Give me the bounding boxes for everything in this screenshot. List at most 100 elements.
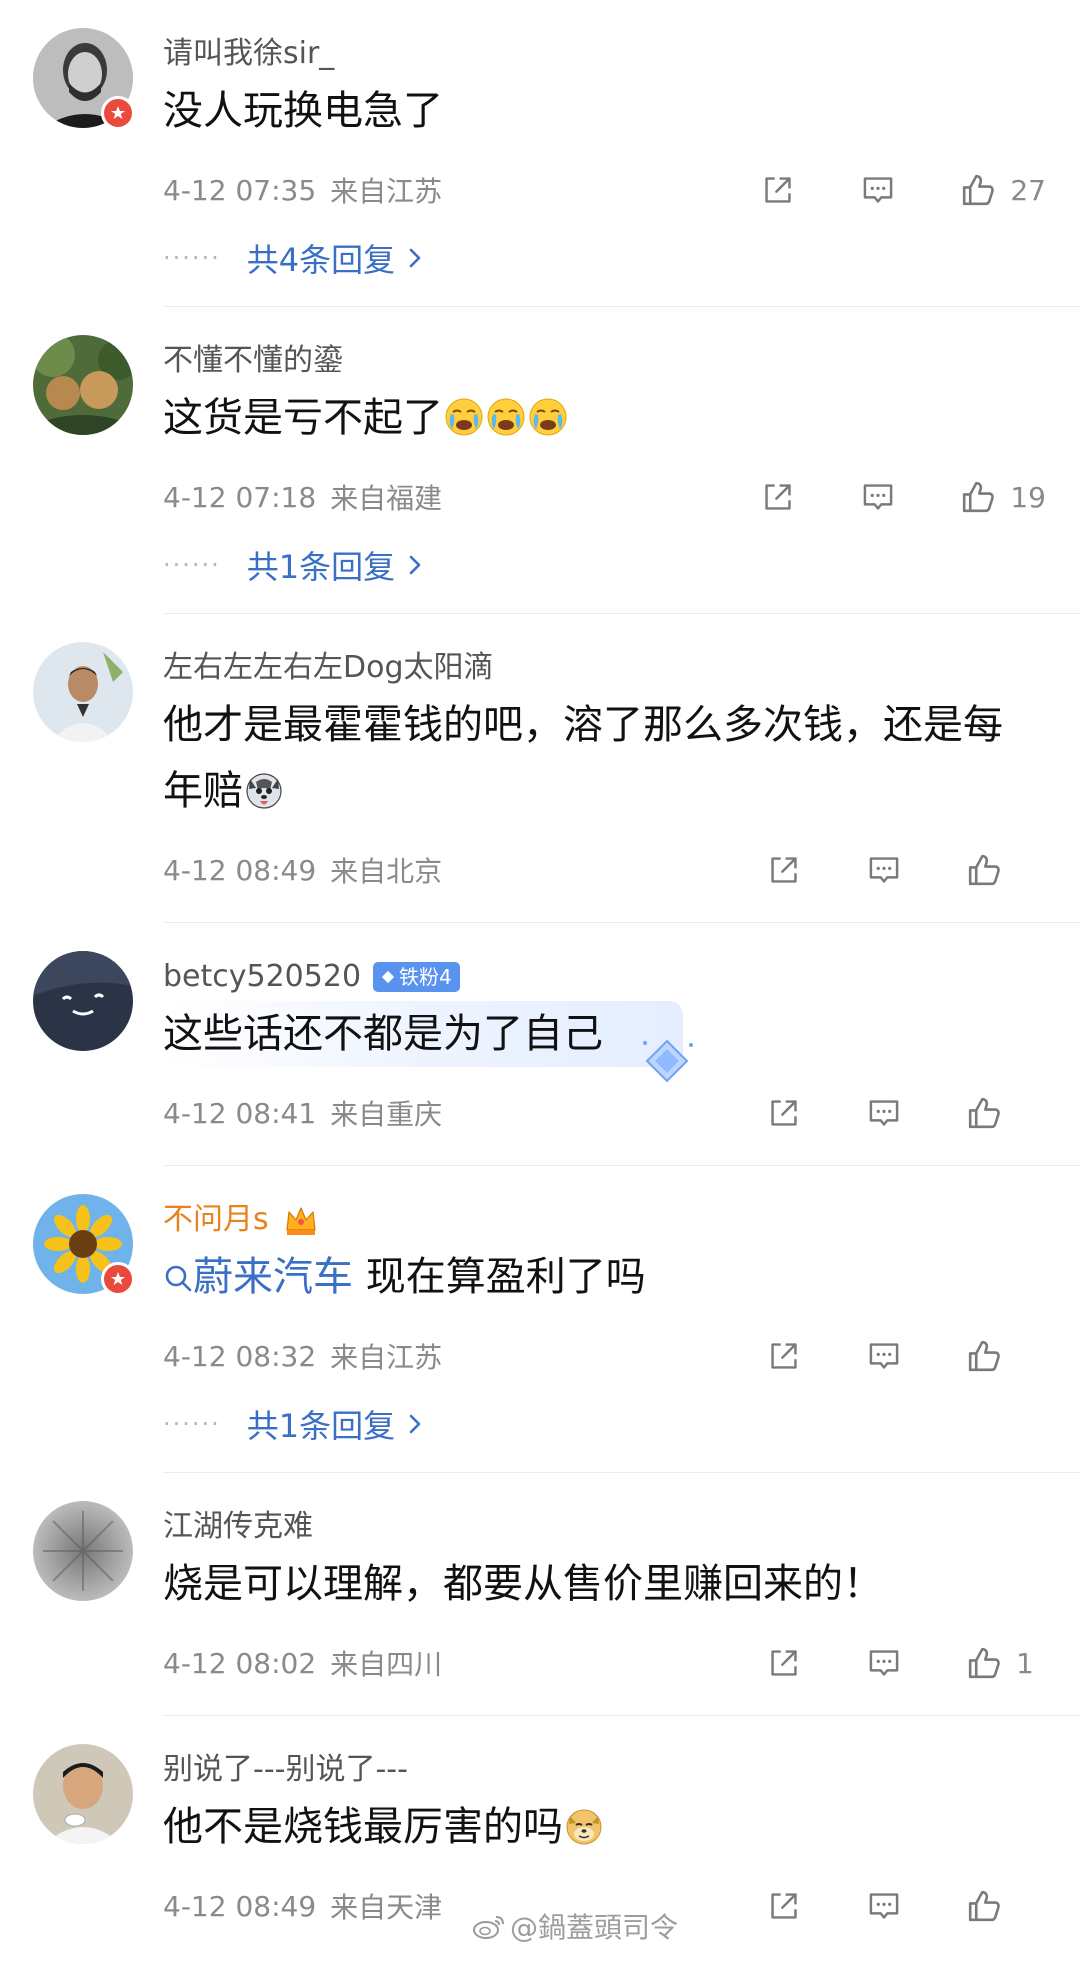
share-button[interactable] (762, 848, 806, 892)
comment-text: 他不是烧钱最厉害的吗 (163, 1794, 1080, 1860)
comment-text: 没人玩换电急了 (163, 78, 1080, 144)
comment-time: 4-12 08:41 (163, 1096, 317, 1130)
like-button[interactable] (962, 1091, 1046, 1135)
username[interactable]: 江湖传克难 (163, 1473, 1080, 1547)
username[interactable]: 不问月s (163, 1166, 1080, 1240)
replies-count: 共4条回复 (246, 241, 396, 279)
like-button[interactable]: 1 (962, 1641, 1046, 1685)
replies-dots: ······ (163, 244, 221, 272)
comment-item: betcy520520 铁粉4 这些话还不都是为了自己 4-12 08:41 来… (33, 923, 1080, 1166)
comment-meta: 4-12 07:18 来自福建 19 (163, 467, 1080, 527)
avatar[interactable] (33, 1194, 135, 1296)
like-button[interactable] (962, 1884, 1046, 1928)
thumbs-up-icon (965, 851, 1003, 889)
topic-link[interactable]: 蔚来汽车 (163, 1254, 353, 1300)
reply-button[interactable] (862, 1334, 906, 1378)
topic-text[interactable]: 蔚来汽车 (193, 1254, 353, 1300)
username-text[interactable]: 江湖传克难 (163, 1507, 313, 1547)
comment-actions (706, 1326, 1046, 1386)
avatar[interactable] (33, 642, 133, 742)
comment-text-body: 这货是亏不起了 (163, 395, 443, 441)
thumbs-up-icon (959, 171, 997, 209)
like-button[interactable] (962, 848, 1046, 892)
view-replies-link[interactable]: ······ 共4条回复 (163, 220, 1080, 296)
avatar[interactable] (33, 335, 133, 435)
comment-text-body: 他不是烧钱最厉害的吗 (163, 1804, 563, 1850)
share-icon (766, 1888, 802, 1924)
comment-item: 不懂不懂的鎏 这货是亏不起了 4-12 07:18 来自福建 19 ······… (33, 307, 1080, 614)
comment-icon (866, 1338, 902, 1374)
share-button[interactable] (762, 1884, 806, 1928)
share-button[interactable] (762, 1334, 806, 1378)
comment-icon (866, 852, 902, 888)
comment-time: 4-12 08:49 (163, 1889, 317, 1923)
username-text[interactable]: 左右左左右左Dog太阳滴 (163, 648, 494, 688)
comment-location: 来自江苏 (330, 175, 443, 208)
avatar[interactable] (33, 1501, 133, 1601)
comment-item: 别说了---别说了--- 他不是烧钱最厉害的吗 4-12 08:49 来自天津 (33, 1716, 1080, 1936)
reply-button[interactable] (862, 1641, 906, 1685)
comment-text: 这些话还不都是为了自己 (163, 1001, 693, 1083)
replies-count: 共1条回复 (246, 1407, 396, 1445)
comment-time: 4-12 08:32 (163, 1339, 317, 1373)
view-replies-link[interactable]: ······ 共1条回复 (163, 1386, 1080, 1462)
reply-button[interactable] (862, 848, 906, 892)
comment-meta: 4-12 07:35 来自江苏 27 (163, 160, 1080, 220)
replies-count: 共1条回复 (246, 548, 396, 586)
share-button[interactable] (762, 1091, 806, 1135)
reply-button[interactable] (856, 168, 900, 212)
avatar[interactable] (33, 28, 135, 130)
comment-text: 这货是亏不起了 (163, 385, 1080, 451)
username[interactable]: 请叫我徐sir_ (163, 0, 1080, 74)
reply-button[interactable] (862, 1091, 906, 1135)
like-button[interactable]: 19 (956, 475, 1046, 519)
share-icon (766, 1645, 802, 1681)
comment-time: 4-12 07:18 (163, 480, 317, 514)
share-button[interactable] (762, 1641, 806, 1685)
like-button[interactable]: 27 (956, 168, 1046, 212)
username-text[interactable]: 不懂不懂的鎏 (163, 341, 343, 381)
avatar[interactable] (33, 1744, 133, 1844)
comment-text: 烧是可以理解，都要从售价里赚回来的！ (163, 1551, 1080, 1617)
like-button[interactable] (962, 1334, 1046, 1378)
username[interactable]: betcy520520 铁粉4 (163, 923, 1080, 997)
reply-button[interactable] (856, 475, 900, 519)
username[interactable]: 左右左左右左Dog太阳滴 (163, 614, 1080, 688)
comment-actions (706, 1876, 1046, 1936)
comment-time: 4-12 08:49 (163, 853, 317, 887)
view-replies-link[interactable]: ······ 共1条回复 (163, 527, 1080, 603)
comment-text-body: 烧是可以理解，都要从售价里赚回来的！ (163, 1561, 883, 1607)
avatar[interactable] (33, 951, 133, 1051)
verified-badge-icon (101, 1262, 135, 1296)
username[interactable]: 别说了---别说了--- (163, 1716, 1080, 1790)
comment-item: 江湖传克难 烧是可以理解，都要从售价里赚回来的！ 4-12 08:02 来自四川… (33, 1473, 1080, 1716)
username-text[interactable]: 别说了---别说了--- (163, 1750, 408, 1790)
comment-meta: 4-12 08:02 来自四川 1 (163, 1633, 1080, 1693)
comment-actions: 27 (700, 160, 1046, 220)
share-button[interactable] (756, 168, 800, 212)
husky-emoji-icon (244, 770, 284, 810)
comment-location: 来自福建 (330, 482, 443, 515)
comment-icon (866, 1645, 902, 1681)
comment-text: 他才是最霍霍钱的吧，溶了那么多次钱，还是每年赔 (163, 692, 1080, 824)
crying-emoji-icon (444, 397, 484, 437)
crown-vip-icon (281, 1200, 321, 1240)
username-text[interactable]: betcy520520 (163, 957, 361, 997)
chevron-right-icon (407, 246, 423, 270)
username[interactable]: 不懂不懂的鎏 (163, 307, 1080, 381)
watermark: @鍋蓋頭司令 (472, 1906, 678, 1946)
diamond-icon (381, 970, 395, 984)
comment-location: 来自天津 (330, 1891, 443, 1924)
comment-text-body: 这些话还不都是为了自己 (163, 1011, 603, 1057)
search-icon (165, 1265, 192, 1292)
comment-time: 4-12 07:35 (163, 173, 317, 207)
thumbs-up-icon (965, 1887, 1003, 1925)
username-text[interactable]: 不问月s (163, 1200, 269, 1240)
reply-button[interactable] (862, 1884, 906, 1928)
comment-icon (866, 1095, 902, 1131)
share-button[interactable] (756, 475, 800, 519)
username-text[interactable]: 请叫我徐sir_ (163, 34, 334, 74)
share-icon (766, 1095, 802, 1131)
comment-text: 蔚来汽车 现在算盈利了吗 (163, 1244, 1080, 1310)
weibo-logo-icon (473, 1916, 504, 1939)
